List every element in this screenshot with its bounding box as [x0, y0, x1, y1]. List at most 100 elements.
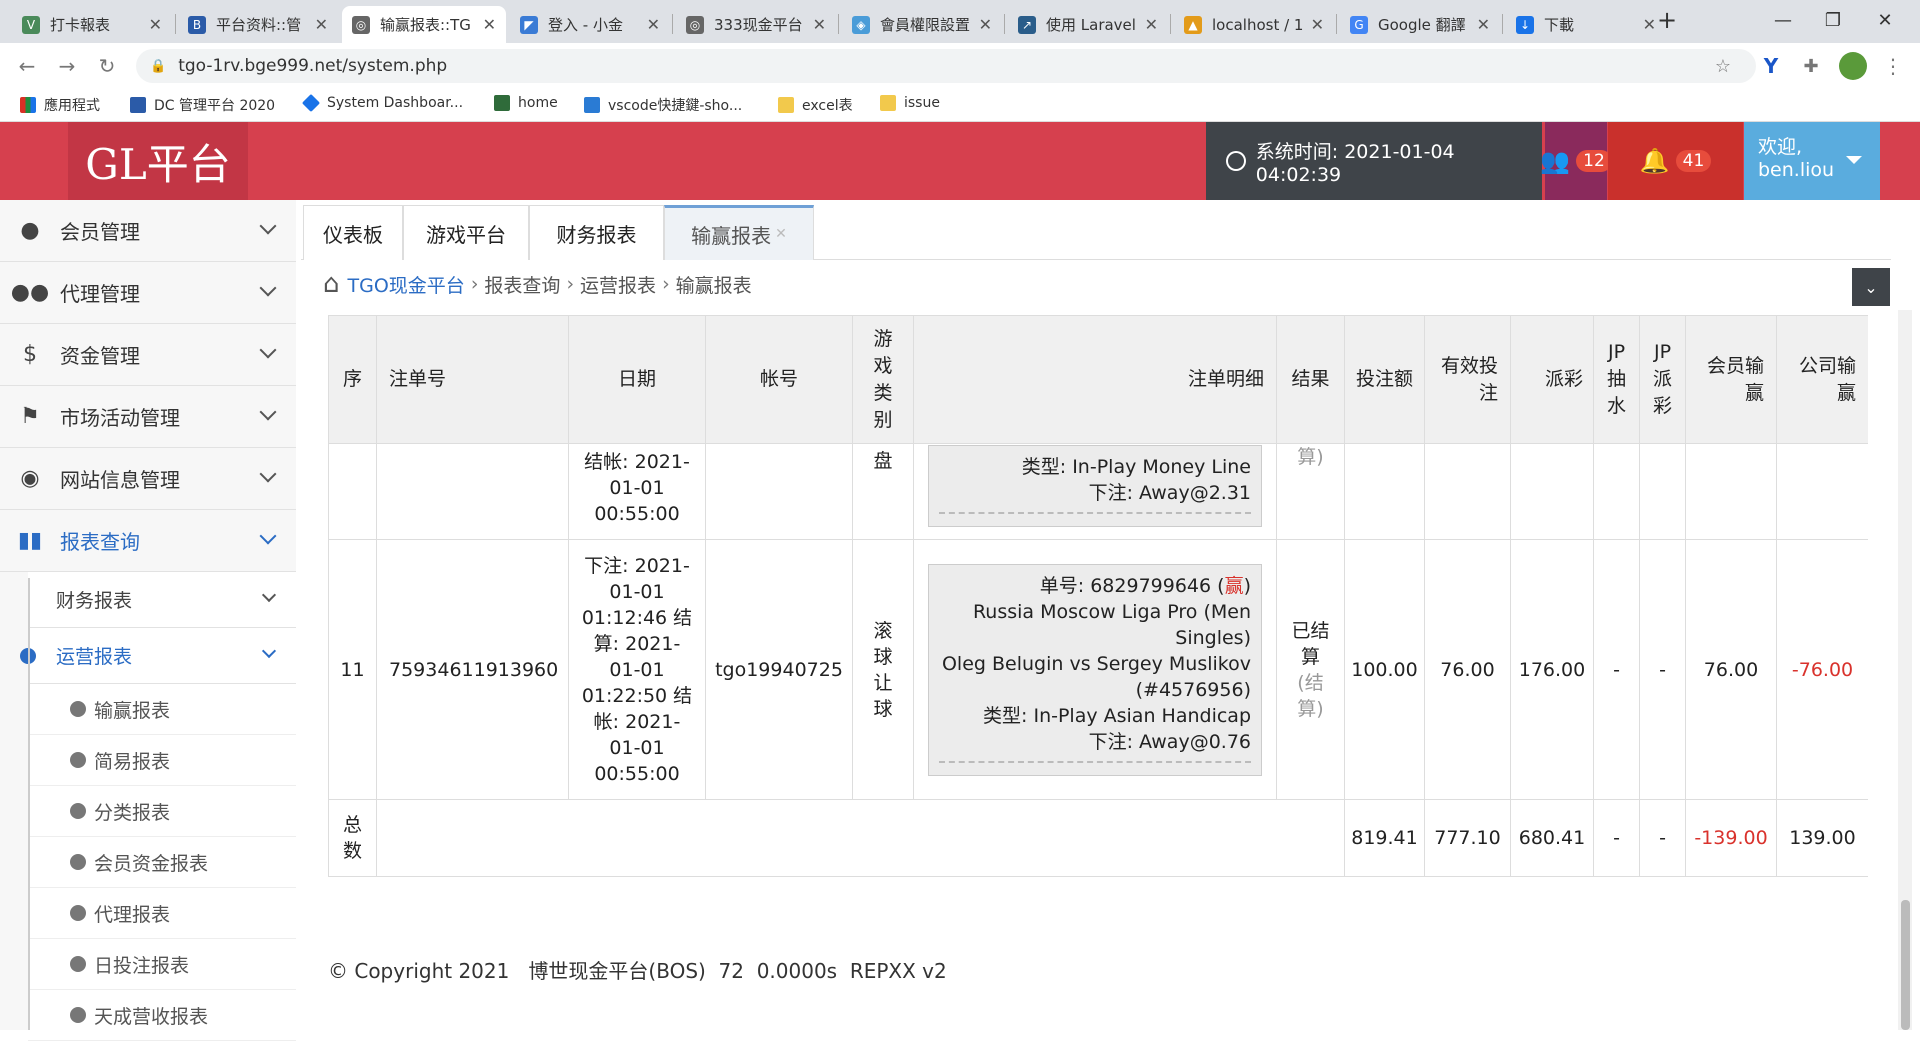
browser-tab-active[interactable]: ◎ 输赢报表::TG ✕	[342, 6, 506, 43]
bookmark-apps[interactable]: 應用程式	[20, 95, 100, 115]
cell-result: 已结算 (结算)	[1276, 539, 1345, 800]
sidebar-sub-finance-report[interactable]: 财务报表	[28, 572, 296, 628]
report-label: 分类报表	[94, 801, 171, 824]
url-text: tgo-1rv.bge999.net/system.php	[178, 56, 448, 76]
collapse-toggle-button[interactable]: ⌄	[1852, 268, 1890, 306]
browser-tab[interactable]: ↓ 下載 ✕	[1506, 6, 1666, 43]
cell-payout	[1510, 443, 1594, 540]
bookmark-item[interactable]: vscode快捷鍵-sho...	[584, 95, 742, 115]
detail-league: Russia Moscow Liga Pro (Men Singles)	[972, 600, 1251, 649]
bookmark-item[interactable]: System Dashboar...	[301, 93, 464, 113]
col-game-type: 游戏类别	[852, 315, 914, 444]
browser-tab[interactable]: ↗ 使用 Laravel ✕	[1008, 6, 1168, 43]
bookmark-label: DC 管理平台 2020	[154, 98, 276, 114]
browser-tab[interactable]: B 平台资料::管 ✕	[178, 6, 338, 43]
sidebar-sub-label: 财务报表	[56, 590, 133, 612]
close-icon[interactable]: ✕	[315, 15, 328, 34]
breadcrumb-home[interactable]: TGO现金平台	[348, 271, 465, 298]
tab-dashboard[interactable]: 仪表板	[303, 205, 403, 260]
close-icon[interactable]: ✕	[1311, 15, 1324, 34]
sidebar-report-win-loss[interactable]: 输赢报表	[28, 684, 296, 735]
cell-account: tgo19940725	[705, 539, 853, 800]
sidebar-sub-operations-report[interactable]: 运营报表	[20, 628, 296, 684]
sidebar-item-members[interactable]: ● 会员管理	[0, 200, 296, 262]
sidebar-report-agents[interactable]: 代理报表	[28, 888, 296, 939]
avatar[interactable]	[1838, 51, 1868, 81]
chevron-down-icon	[259, 403, 277, 421]
tab-game-platform[interactable]: 游戏平台	[403, 205, 529, 260]
sidebar-report-category[interactable]: 分类报表	[28, 786, 296, 837]
puzzle-icon[interactable]: ✚	[1796, 51, 1826, 81]
browser-tab[interactable]: ▲ localhost / 1 ✕	[1174, 6, 1334, 43]
bullet-icon	[70, 701, 86, 717]
sidebar-item-label: 会员管理	[60, 220, 140, 244]
eye-icon: ◉	[20, 466, 40, 491]
cell-payout: 176.00	[1510, 539, 1594, 800]
cell-total-valid-bet: 777.10	[1424, 799, 1511, 877]
browser-tab[interactable]: ◎ 333现金平台 ✕	[676, 6, 836, 43]
star-icon[interactable]: ☆	[1708, 51, 1738, 81]
close-icon[interactable]: ✕	[1477, 15, 1490, 34]
bookmark-folder[interactable]: excel表	[778, 95, 853, 115]
close-icon[interactable]: ✕	[483, 15, 496, 34]
close-window-button[interactable]: ✕	[1862, 0, 1908, 40]
table-header-row: 序 注单号 日期 帐号 游戏类别 注单明细 结果 投注额 有效投注 派彩 JP抽…	[328, 315, 1868, 444]
sidebar-report-tiancheng-revenue[interactable]: 天成营收报表	[28, 990, 296, 1041]
close-icon[interactable]: ✕	[149, 15, 162, 34]
detail-type: 类型: In-Play Asian Handicap	[983, 704, 1251, 727]
col-date: 日期	[568, 315, 706, 444]
sidebar-report-member-funds[interactable]: 会员资金报表	[28, 837, 296, 888]
tab-win-loss-report[interactable]: 输赢报表 ✕	[664, 205, 814, 260]
cell-game-type: 滚球让球	[852, 539, 914, 800]
bullet-icon	[70, 752, 86, 768]
browser-tab[interactable]: ◤ 登入 - 小金 ✕	[510, 6, 670, 43]
forward-arrow-icon[interactable]: →	[52, 51, 82, 81]
sidebar-item-funds[interactable]: $ 资金管理	[0, 324, 296, 386]
new-tab-button[interactable]: +	[1644, 0, 1690, 40]
tab-finance-report[interactable]: 财务报表	[529, 205, 664, 260]
bookmark-favicon-icon	[494, 95, 510, 111]
close-icon[interactable]: ✕	[813, 15, 826, 34]
maximize-button[interactable]: ❐	[1810, 0, 1856, 40]
tab-label: 游戏平台	[426, 222, 506, 247]
scrollbar-thumb[interactable]	[1901, 900, 1910, 1030]
browser-tab[interactable]: V 打卡報表 ✕	[12, 6, 172, 43]
tab-label: 仪表板	[323, 222, 383, 247]
home-icon[interactable]: ⌂	[323, 269, 340, 299]
sidebar-item-reports[interactable]: ▮▮ 报表查询	[0, 510, 296, 572]
tab-label: 會員權限設置	[880, 16, 971, 34]
app-logo[interactable]: GL平台	[68, 122, 248, 200]
lock-icon: 🔒	[150, 58, 167, 74]
extension-icon[interactable]: Y	[1756, 51, 1786, 81]
back-arrow-icon[interactable]: ←	[12, 51, 42, 81]
cell-company-win	[1776, 443, 1868, 540]
sidebar-report-simple[interactable]: 简易报表	[28, 735, 296, 786]
bell-icon: 🔔	[1639, 147, 1670, 175]
sidebar-item-agents[interactable]: ●● 代理管理	[0, 262, 296, 324]
browser-tab[interactable]: ◈ 會員權限設置 ✕	[842, 6, 1002, 43]
browser-tab[interactable]: G Google 翻譯 ✕	[1340, 6, 1500, 43]
more-menu-icon[interactable]: ⋮	[1878, 51, 1908, 81]
reload-icon[interactable]: ↻	[92, 51, 122, 81]
url-input[interactable]: 🔒 tgo-1rv.bge999.net/system.php	[136, 49, 1756, 83]
cell-jp-payout	[1639, 443, 1686, 540]
bookmark-label: System Dashboar...	[327, 95, 464, 111]
minimize-button[interactable]: —	[1760, 0, 1806, 40]
sidebar-report-daily-bets[interactable]: 日投注报表	[28, 939, 296, 990]
close-icon[interactable]: ✕	[1145, 15, 1158, 34]
cell-total-jp-rake: -	[1593, 799, 1640, 877]
sidebar-item-marketing[interactable]: ⚑ 市场活动管理	[0, 386, 296, 448]
close-icon[interactable]: ✕	[775, 226, 787, 242]
online-users-button[interactable]: 👥 12	[1540, 122, 1612, 200]
bookmark-folder[interactable]: issue	[880, 95, 940, 111]
bullet-icon	[70, 803, 86, 819]
sidebar-item-website-info[interactable]: ◉ 网站信息管理	[0, 448, 296, 510]
tab-favicon-icon: ↗	[1018, 15, 1036, 34]
bookmark-item[interactable]: home	[494, 95, 558, 111]
notifications-button[interactable]: 🔔 41	[1608, 122, 1743, 200]
close-icon[interactable]: ✕	[647, 15, 660, 34]
col-account: 帐号	[705, 315, 853, 444]
bookmark-item[interactable]: DC 管理平台 2020	[130, 95, 275, 115]
close-icon[interactable]: ✕	[979, 15, 992, 34]
user-menu[interactable]: 欢迎, ben.liou	[1744, 122, 1880, 200]
